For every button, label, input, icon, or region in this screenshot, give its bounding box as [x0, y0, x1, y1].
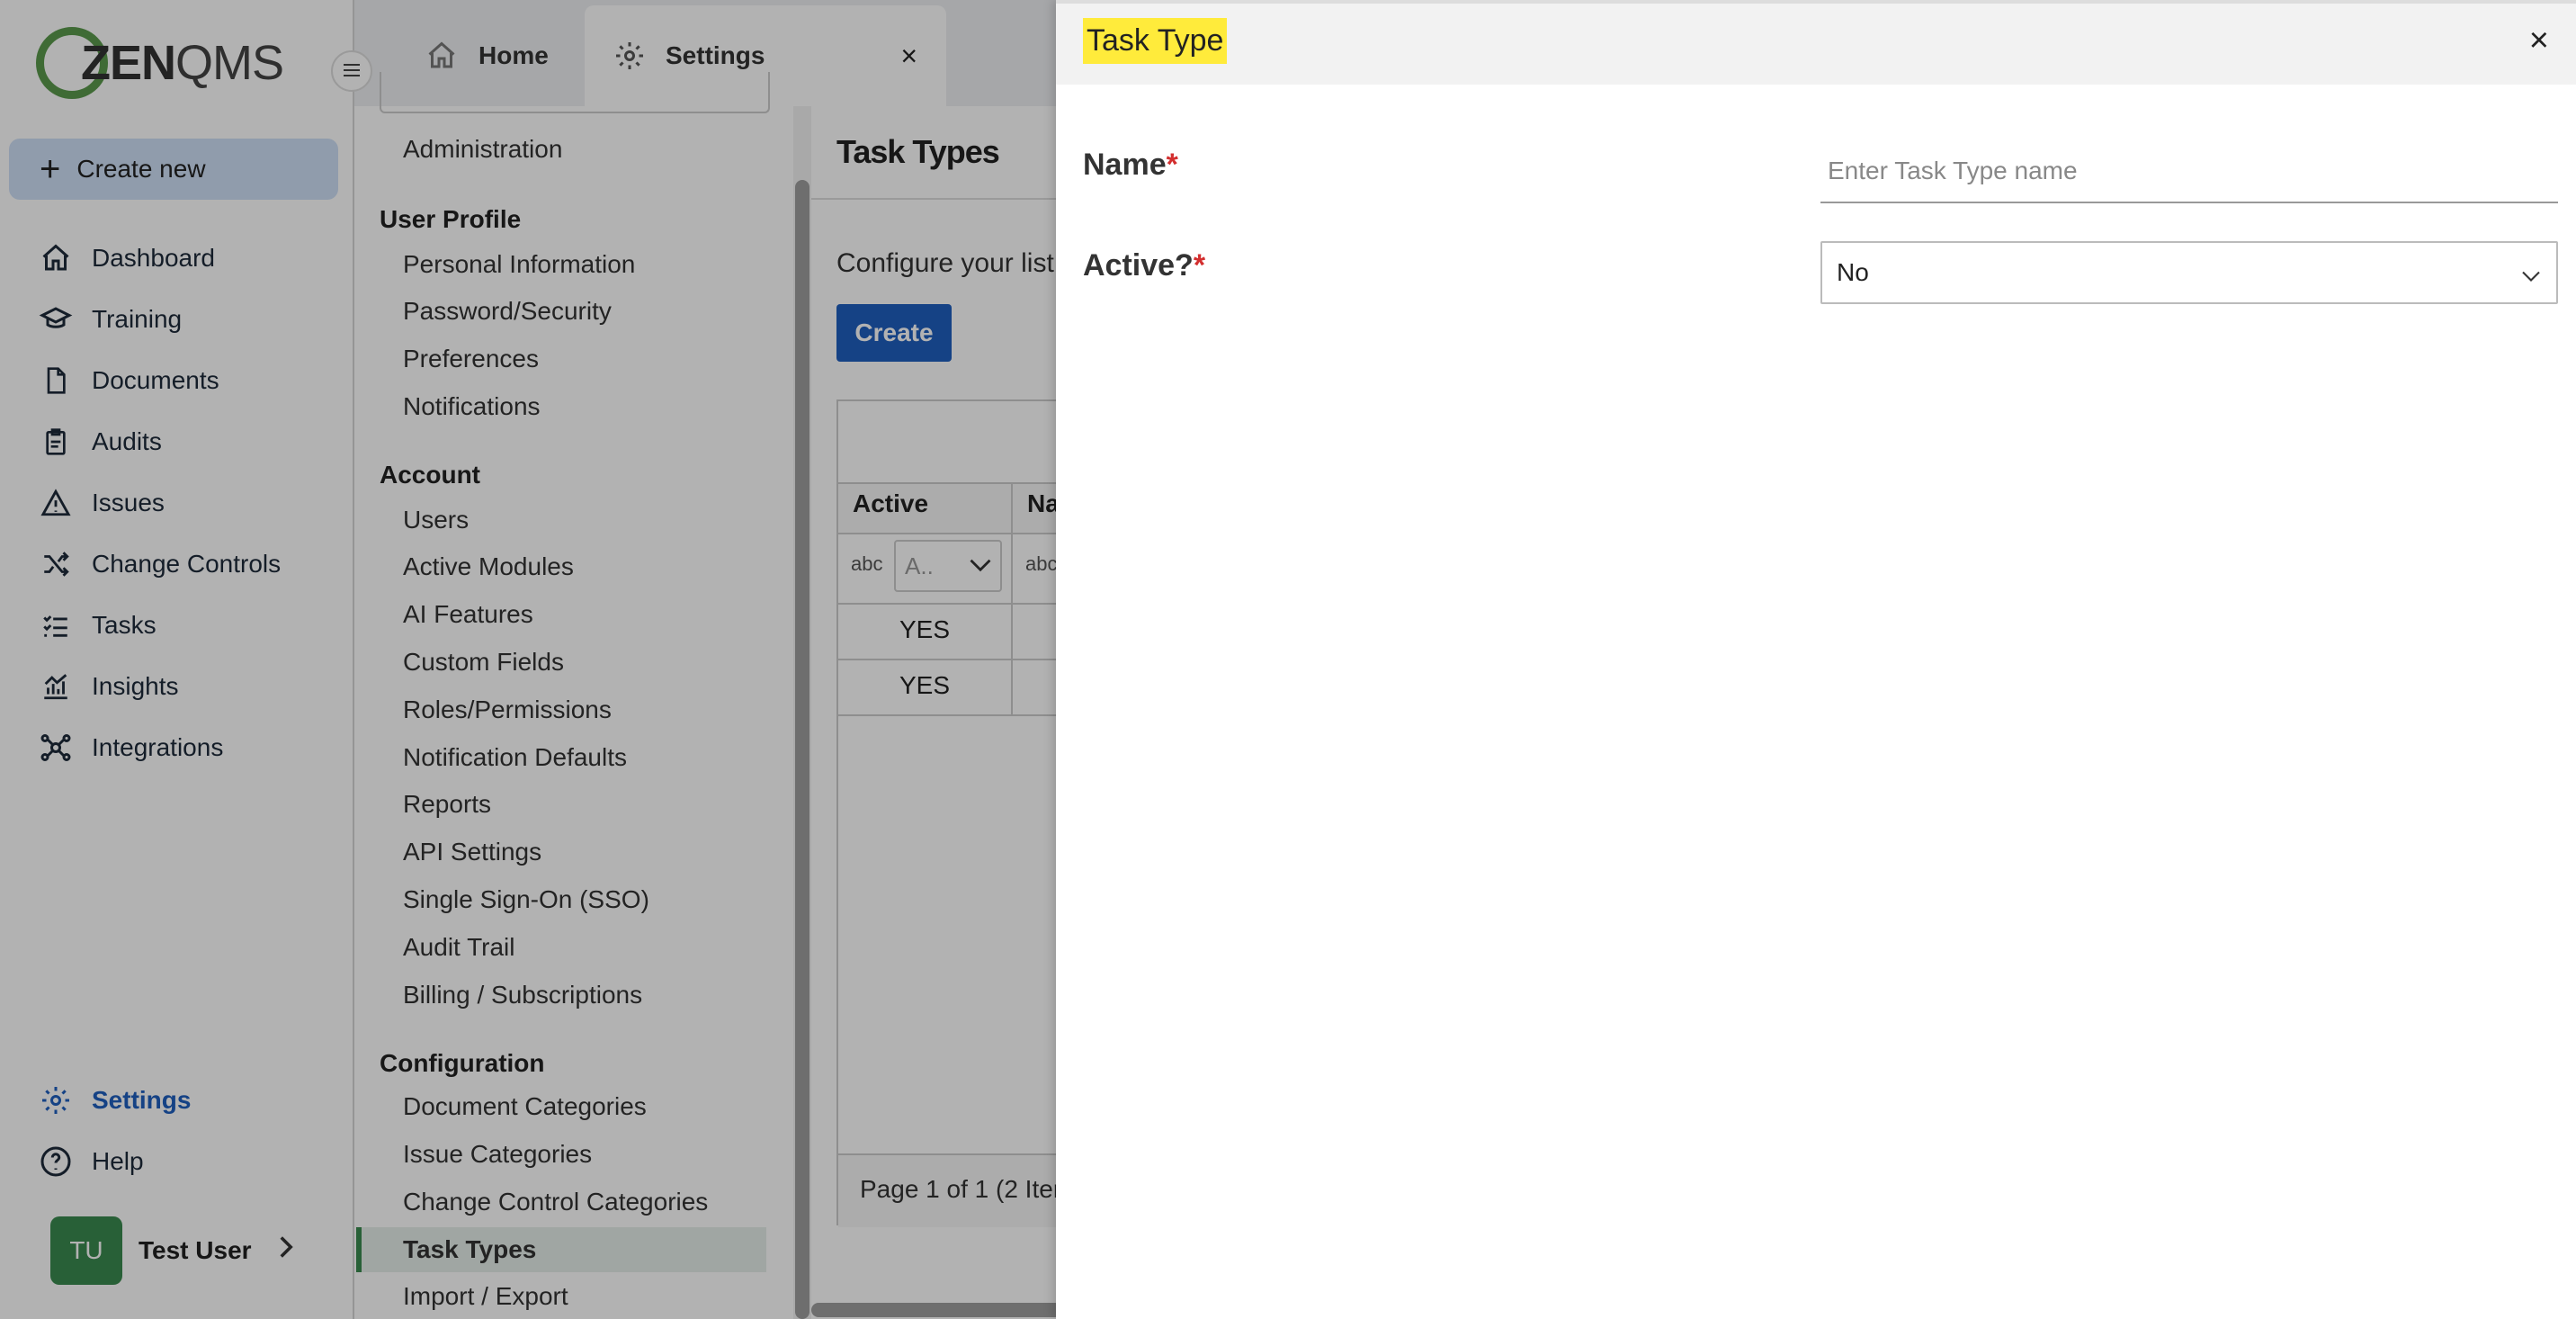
name-label: Name* [1083, 148, 1178, 182]
active-select-value: No [1837, 258, 1869, 286]
required-marker: * [1193, 248, 1206, 283]
task-type-name-input[interactable] [1820, 140, 2558, 203]
modal-backdrop[interactable] [0, 0, 1056, 1319]
task-type-drawer: Task Type × Name* Active?* No [1056, 0, 2576, 1319]
chevron-down-icon [2520, 263, 2542, 292]
drawer-title: Task Type [1083, 18, 1228, 64]
drawer-header [1056, 0, 2576, 85]
active-label: Active?* [1083, 248, 1206, 283]
required-marker: * [1166, 148, 1178, 182]
active-select[interactable]: No [1820, 241, 2558, 304]
close-drawer-button[interactable]: × [2529, 22, 2549, 60]
